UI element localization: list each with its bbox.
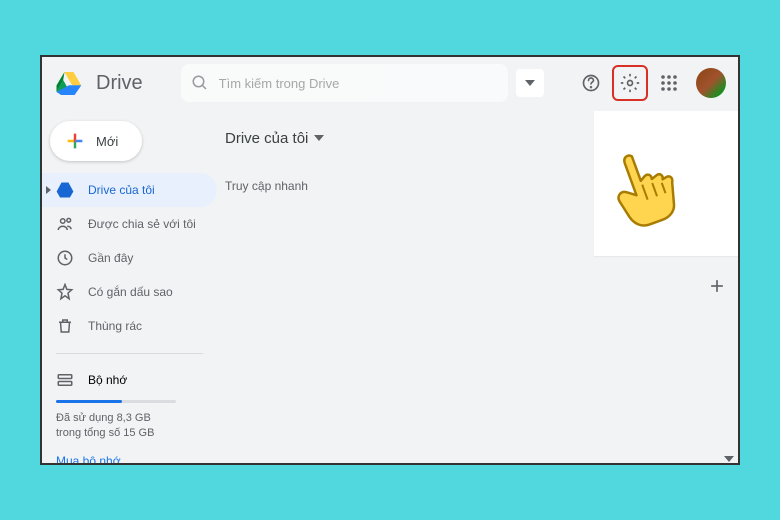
storage-section: Đã sử dụng 8,3 GB trong tổng số 15 GB Mu… [42,400,217,463]
shared-icon [56,215,74,233]
sidebar-item-shared[interactable]: Được chia sẻ với tôi [42,207,217,241]
chevron-down-icon[interactable] [724,455,734,463]
help-button[interactable] [574,66,608,100]
brand-name: Drive [96,72,143,95]
new-button-label: Mới [96,134,118,149]
sidebar-item-trash[interactable]: Thùng rác [42,309,217,343]
sidebar-item-label: Gần đây [88,251,133,265]
mydrive-icon [56,181,74,199]
storage-bar-fill [56,400,122,403]
storage-label: Bộ nhớ [88,373,127,387]
trash-icon [56,317,74,335]
drive-logo-icon [54,70,84,96]
google-drive-window: Drive [40,55,740,465]
sidebar-item-label: Được chia sẻ với tôi [88,217,196,231]
sidebar-item-starred[interactable]: Có gắn dấu sao [42,275,217,309]
addons-button[interactable] [707,276,727,296]
chevron-right-icon[interactable] [44,186,52,194]
buy-storage-link[interactable]: Mua bộ nhớ [56,454,203,463]
settings-highlight [612,65,648,101]
star-icon [56,283,74,301]
search-options-caret[interactable] [516,69,544,97]
sidebar-item-label: Thùng rác [88,319,142,333]
apps-button[interactable] [652,66,686,100]
divider [56,353,203,354]
chevron-down-icon [314,133,324,143]
storage-icon [56,371,74,389]
sidebar-item-label: Drive của tôi [88,183,155,197]
clock-icon [56,249,74,267]
breadcrumb[interactable]: Drive của tôi [225,130,324,147]
search-icon [191,74,209,92]
sidebar-item-mydrive[interactable]: Drive của tôi [42,173,217,207]
avatar[interactable] [696,68,726,98]
plus-icon [707,276,727,296]
settings-button[interactable] [615,68,645,98]
sidebar: Mới Drive của tôi Được chia sẻ với tôi [42,109,217,463]
sidebar-item-label: Có gắn dấu sao [88,285,173,299]
pointing-hand-annotation [595,145,690,235]
gear-icon [620,73,640,93]
header: Drive [42,57,738,109]
search-bar[interactable] [181,64,508,102]
search-input[interactable] [219,76,498,91]
sidebar-item-storage[interactable]: Bộ nhớ [42,364,217,396]
plus-colorful-icon [64,130,86,152]
sidebar-item-recent[interactable]: Gần đây [42,241,217,275]
storage-text: Đã sử dụng 8,3 GB trong tổng số 15 GB [56,411,166,442]
storage-bar [56,400,176,403]
header-right [516,65,726,101]
apps-grid-icon [660,74,678,92]
new-button[interactable]: Mới [50,121,142,161]
help-icon [581,73,601,93]
breadcrumb-label: Drive của tôi [225,130,308,147]
